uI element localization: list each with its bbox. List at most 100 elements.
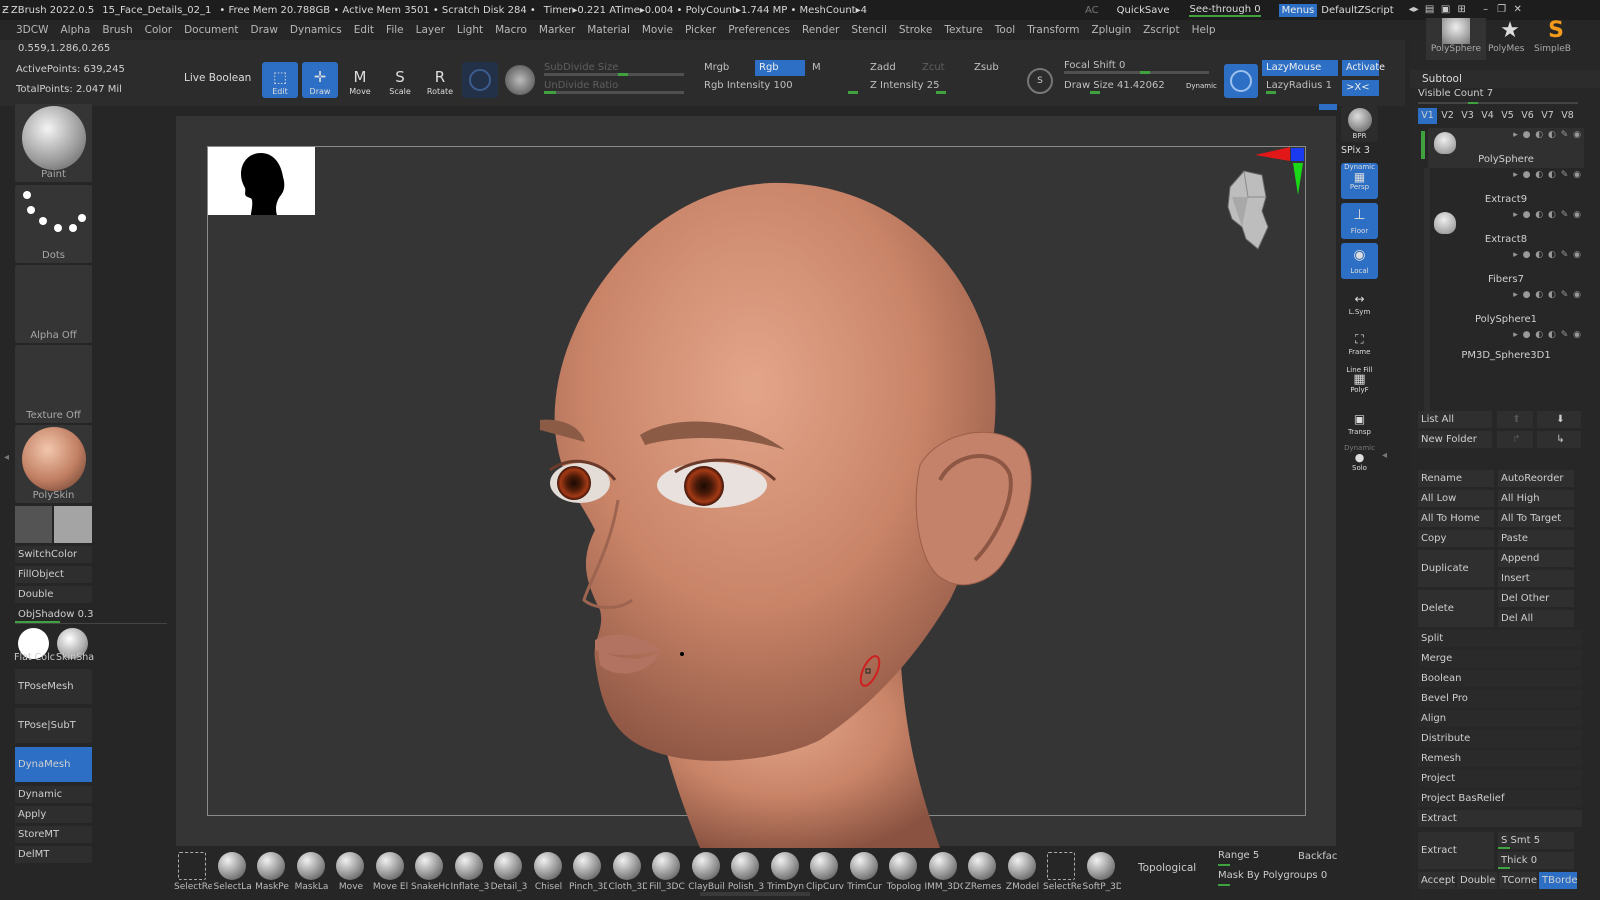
menu-marker[interactable]: Marker bbox=[539, 24, 575, 36]
version-tab-v5[interactable]: V5 bbox=[1498, 108, 1517, 124]
lazymouse-button[interactable]: LazyMouse bbox=[1262, 60, 1338, 76]
version-tab-v8[interactable]: V8 bbox=[1558, 108, 1577, 124]
brush-maskpe[interactable]: MaskPe bbox=[253, 852, 289, 900]
ac-label[interactable]: AC bbox=[1085, 5, 1099, 16]
alpha-selector[interactable]: Alpha Off bbox=[15, 265, 92, 343]
s-smt-slider[interactable]: S Smt 5 bbox=[1498, 832, 1574, 849]
menu-zplugin[interactable]: Zplugin bbox=[1091, 24, 1131, 36]
persp-button[interactable]: Dynamic ▦ Persp bbox=[1341, 163, 1378, 199]
tborde-button[interactable]: TBorde bbox=[1539, 872, 1578, 889]
rgb-intensity-slider[interactable]: Rgb Intensity 100 bbox=[700, 78, 860, 94]
backface-button[interactable]: Backfac bbox=[1298, 851, 1337, 862]
menu-3dcw[interactable]: 3DCW bbox=[16, 24, 48, 36]
version-tab-v4[interactable]: V4 bbox=[1478, 108, 1497, 124]
focal-shift-slider[interactable]: Focal Shift 0 bbox=[1060, 58, 1210, 74]
subtool-visibility-controls[interactable]: ▸ ● ◐ ◐ ✎ ◉ bbox=[1513, 290, 1582, 300]
move-down-icon[interactable]: ⬇ bbox=[1537, 411, 1581, 428]
visible-count-slider[interactable]: Visible Count 7 bbox=[1418, 88, 1582, 104]
extract-section-header[interactable]: Extract bbox=[1418, 810, 1582, 827]
z-intensity-slider[interactable]: Z Intensity 25 bbox=[866, 78, 1016, 94]
material-selector[interactable]: PolySkin bbox=[15, 425, 92, 503]
floor-button[interactable]: ⊥ Floor bbox=[1341, 203, 1378, 239]
rgb-button[interactable]: Rgb bbox=[755, 60, 805, 76]
brush-selectla[interactable]: SelectLa bbox=[214, 852, 252, 900]
window-icon[interactable]: ▣ bbox=[1438, 3, 1454, 17]
stroke-selector[interactable]: Dots bbox=[15, 185, 92, 263]
menu-macro[interactable]: Macro bbox=[495, 24, 527, 36]
menu-light[interactable]: Light bbox=[457, 24, 483, 36]
brush-selectre[interactable]: SelectRe bbox=[174, 852, 212, 900]
bevel-pro-button[interactable]: Bevel Pro bbox=[1418, 690, 1582, 707]
menu-help[interactable]: Help bbox=[1192, 24, 1216, 36]
dynamesh-button[interactable]: DynaMesh bbox=[15, 747, 92, 782]
menu-dynamics[interactable]: Dynamics bbox=[290, 24, 342, 36]
sculptris-pro-icon[interactable]: S bbox=[1027, 68, 1053, 94]
tposemesh-button[interactable]: TPoseMesh bbox=[15, 669, 92, 704]
m-button[interactable]: M bbox=[808, 60, 828, 76]
silhouette-thumbnail[interactable] bbox=[208, 147, 315, 215]
brush-imm-3dc[interactable]: IMM_3DC bbox=[925, 852, 963, 900]
version-tab-v7[interactable]: V7 bbox=[1538, 108, 1557, 124]
all-to-home-button[interactable]: All To Home bbox=[1418, 510, 1494, 527]
gizmo-button[interactable] bbox=[462, 62, 498, 98]
bpr-button[interactable]: BPR bbox=[1341, 106, 1378, 142]
version-tab-v2[interactable]: V2 bbox=[1438, 108, 1457, 124]
draw-button[interactable]: ✛ Draw bbox=[302, 62, 338, 98]
texture-selector[interactable]: Texture Off bbox=[15, 345, 92, 423]
subtool-visibility-controls[interactable]: ▸ ● ◐ ◐ ✎ ◉ bbox=[1513, 210, 1582, 220]
canvas-scroll-indicator[interactable] bbox=[1319, 104, 1337, 110]
apply-button[interactable]: Apply bbox=[15, 806, 92, 823]
extract-button[interactable]: Extract bbox=[1418, 832, 1494, 869]
brush-topolog[interactable]: Topolog bbox=[885, 852, 921, 900]
tcorne-button[interactable]: TCorne bbox=[1499, 872, 1537, 889]
subtool-item[interactable]: ▸ ● ◐ ◐ ✎ ◉ Fibers7 bbox=[1428, 248, 1584, 288]
remesh-button[interactable]: Remesh bbox=[1418, 750, 1582, 767]
default-zscript-button[interactable]: DefaultZScript bbox=[1321, 5, 1393, 16]
orientation-head-icon[interactable] bbox=[1222, 167, 1274, 252]
version-tab-v6[interactable]: V6 bbox=[1518, 108, 1537, 124]
mask-by-polygroups-slider[interactable]: Mask By Polygroups 0 bbox=[1218, 870, 1338, 886]
project-basrelief-button[interactable]: Project BasRelief bbox=[1418, 790, 1582, 807]
delmt-button[interactable]: DelMT bbox=[15, 846, 92, 863]
menu-material[interactable]: Material bbox=[587, 24, 630, 36]
menu-file[interactable]: File bbox=[386, 24, 404, 36]
append-button[interactable]: Append bbox=[1498, 550, 1574, 567]
zsub-button[interactable]: Zsub bbox=[970, 60, 1010, 76]
head-model[interactable] bbox=[500, 180, 1080, 848]
menu-texture[interactable]: Texture bbox=[944, 24, 982, 36]
lazyradius-slider[interactable]: LazyRadius 1 bbox=[1262, 78, 1338, 94]
menu-tool[interactable]: Tool bbox=[995, 24, 1015, 36]
minimize-icon[interactable]: – bbox=[1478, 3, 1494, 17]
layout-icon[interactable]: ▤ bbox=[1422, 3, 1438, 17]
subtool-item[interactable]: ▸ ● ◐ ◐ ✎ ◉ Extract9 bbox=[1428, 168, 1584, 208]
edit-button[interactable]: ⬚ Edit bbox=[262, 62, 298, 98]
subtool-visibility-controls[interactable]: ▸ ● ◐ ◐ ✎ ◉ bbox=[1513, 250, 1582, 260]
split-button[interactable]: Split bbox=[1418, 630, 1582, 647]
menu-transform[interactable]: Transform bbox=[1027, 24, 1079, 36]
brush-softp-3d[interactable]: SoftP_3D bbox=[1083, 852, 1121, 900]
tool-polymesh[interactable]: ★ PolyMes bbox=[1488, 18, 1532, 60]
brush-snakeho[interactable]: SnakeHo bbox=[411, 852, 449, 900]
zcut-button[interactable]: Zcut bbox=[918, 60, 958, 76]
subdivide-size-slider[interactable]: SubDivide Size bbox=[540, 60, 685, 76]
subtool-visibility-controls[interactable]: ▸ ● ◐ ◐ ✎ ◉ bbox=[1513, 330, 1582, 340]
subtool-header[interactable]: Subtool bbox=[1410, 70, 1600, 88]
subtool-visibility-controls[interactable]: ▸ ● ◐ ◐ ✎ ◉ bbox=[1513, 130, 1582, 140]
menu-render[interactable]: Render bbox=[802, 24, 839, 36]
tool-simplebrush[interactable]: S SimpleB bbox=[1534, 18, 1578, 60]
paste-button[interactable]: Paste bbox=[1498, 530, 1574, 547]
brush-selectre[interactable]: SelectRe bbox=[1043, 852, 1081, 900]
subtool-item[interactable]: ▸ ● ◐ ◐ ✎ ◉ PM3D_Sphere3D1 bbox=[1428, 328, 1584, 368]
version-tab-v1[interactable]: V1 bbox=[1418, 108, 1437, 124]
thick-slider[interactable]: Thick 0 bbox=[1498, 852, 1574, 869]
sculptris-icon[interactable] bbox=[505, 65, 535, 95]
double-button[interactable]: Double bbox=[15, 586, 92, 603]
tpose-subt-button[interactable]: TPose|SubT bbox=[15, 708, 92, 743]
rename-button[interactable]: Rename bbox=[1418, 470, 1494, 487]
align-button[interactable]: Align bbox=[1418, 710, 1582, 727]
subtool-item[interactable]: ▸ ● ◐ ◐ ✎ ◉ PolySphere bbox=[1428, 128, 1584, 168]
subtool-visibility-controls[interactable]: ▸ ● ◐ ◐ ✎ ◉ bbox=[1513, 170, 1582, 180]
fillobject-button[interactable]: FillObject bbox=[15, 566, 92, 583]
project-button[interactable]: Project bbox=[1418, 770, 1582, 787]
undivide-ratio-slider[interactable]: UnDivide Ratio bbox=[540, 78, 685, 94]
